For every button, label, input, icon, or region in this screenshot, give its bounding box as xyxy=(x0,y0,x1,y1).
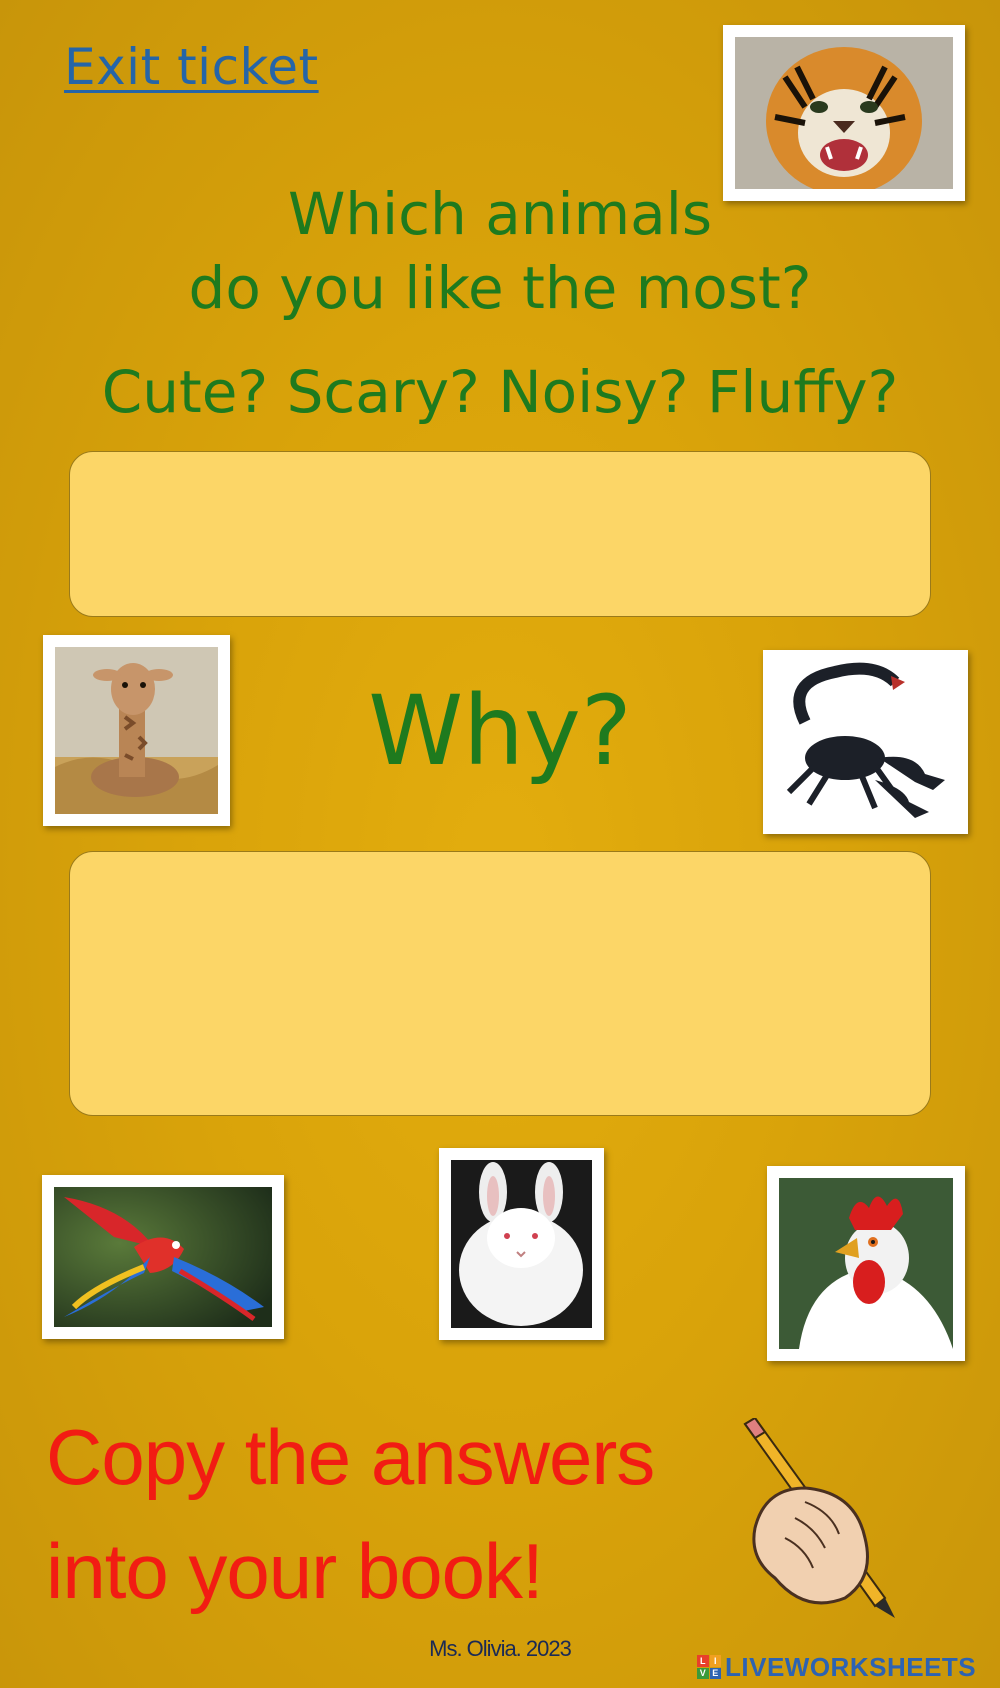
liveworksheets-logo-icon: L I V E xyxy=(697,1655,721,1679)
question-line-2: do you like the most? xyxy=(188,254,812,322)
question-line-1: Which animals xyxy=(287,180,713,248)
angora-rabbit-photo xyxy=(439,1148,604,1340)
exit-ticket-link[interactable]: Exit ticket xyxy=(64,38,319,96)
answer-input-animals[interactable] xyxy=(69,451,931,617)
answer-input-why[interactable] xyxy=(69,851,931,1116)
copy-instruction-line-1: Copy the answers xyxy=(46,1413,655,1501)
copy-instruction: Copy the answers into your book! xyxy=(46,1400,706,1628)
brand-name: LIVEWORKSHEETS xyxy=(725,1651,977,1682)
why-heading: Why? xyxy=(368,675,632,787)
scorpion-photo xyxy=(763,650,968,834)
tiger-photo xyxy=(723,25,965,201)
parrot-photo xyxy=(42,1175,284,1339)
liveworksheets-brand[interactable]: L I V E LIVEWORKSHEETS xyxy=(697,1651,976,1683)
copy-instruction-line-2: into your book! xyxy=(46,1527,544,1615)
hand-writing-pencil-icon xyxy=(735,1416,915,1618)
question-hints: Cute? Scary? Noisy? Fluffy? xyxy=(101,358,899,426)
baby-giraffe-photo xyxy=(43,635,230,826)
author-signature: Ms. Olivia. 2023 xyxy=(429,1636,572,1661)
rooster-photo xyxy=(767,1166,965,1361)
